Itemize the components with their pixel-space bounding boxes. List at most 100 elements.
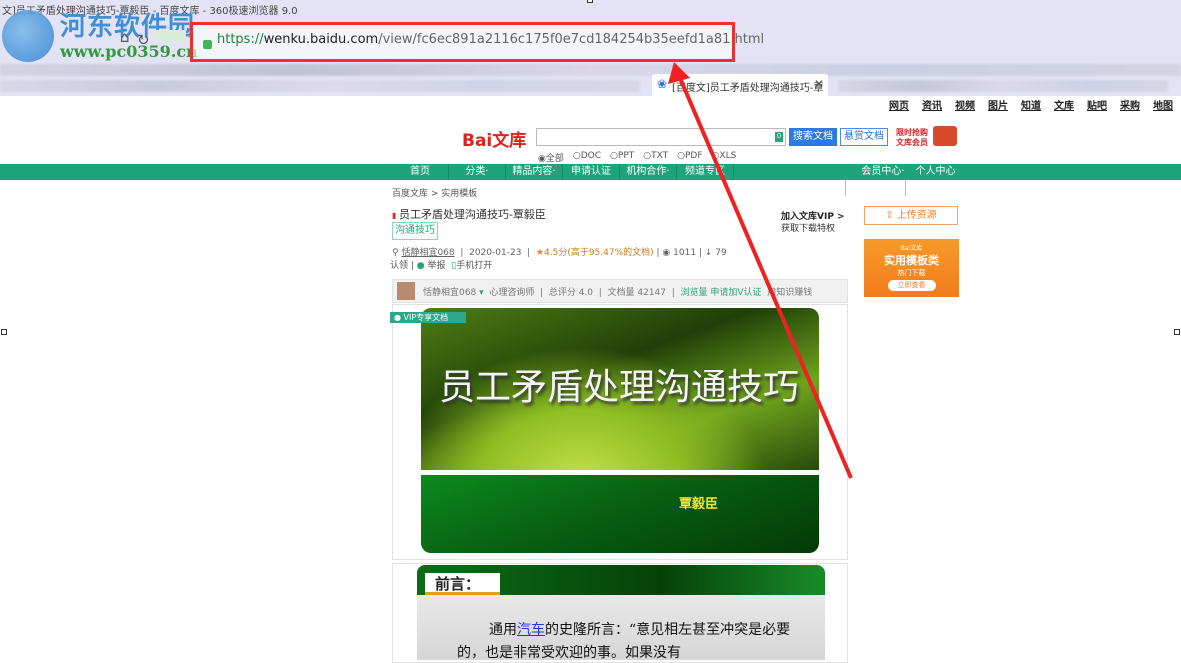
- watermark-logo-icon: [2, 10, 54, 62]
- radio-ppt[interactable]: ○PPT: [610, 151, 634, 164]
- top-link[interactable]: 知道: [1021, 97, 1041, 112]
- top-link[interactable]: 视频: [955, 97, 975, 112]
- shield-icon: ●: [417, 261, 425, 271]
- nav-personal-center[interactable]: 个人中心: [908, 164, 963, 180]
- ad-button[interactable]: 立即查看: [888, 280, 936, 291]
- slide-preface: 前言： 通用汽车的史隆所言：“意见相左甚至冲突是必要的，也是非常受欢迎的事。如果…: [417, 565, 825, 660]
- join-vip-link[interactable]: 加入文库VIP >获取下载特权: [781, 211, 845, 235]
- top-link[interactable]: 网页: [889, 97, 909, 112]
- doc-page-2: 前言： 通用汽车的史隆所言：“意见相左甚至冲突是必要的，也是非常受欢迎的事。如果…: [392, 563, 848, 663]
- download-icon: ↓: [705, 248, 713, 258]
- slide-cover-footer: 覃毅臣: [421, 475, 819, 553]
- slide-heading: 前言：: [425, 573, 500, 595]
- top-link[interactable]: 贴吧: [1087, 97, 1107, 112]
- top-link[interactable]: 资讯: [922, 97, 942, 112]
- avatar[interactable]: [397, 282, 415, 300]
- author-link[interactable]: 恬静相宜068: [401, 248, 454, 258]
- claim-link[interactable]: 认领: [390, 261, 408, 271]
- radio-doc[interactable]: ○DOC: [573, 151, 601, 164]
- address-bar[interactable]: https://wenku.baidu.com/view/fc6ec891a21…: [190, 22, 735, 62]
- nav-partner[interactable]: 机构合作·: [620, 164, 676, 180]
- search-docs-button[interactable]: 搜索文档: [789, 128, 837, 146]
- author-doc-count: 文档量 42147: [608, 288, 667, 298]
- nav-home[interactable]: 首页: [392, 164, 448, 180]
- tab-strip-blurred: [0, 80, 640, 92]
- radio-xls[interactable]: ○XLS: [712, 151, 737, 164]
- baidu-top-links: 网页 资讯 视频 图片 知道 文库 贴吧 采购 地图: [889, 97, 1173, 112]
- doc-meta: ⚲ 恬静相宜068 | 2020-01-23 | ★4.5分(高于95.47%的…: [392, 245, 727, 258]
- tab-title: [百度文]员工矛盾处理沟通技巧-覃: [672, 79, 823, 94]
- apply-verify-link[interactable]: 浏览量 申请加V认证: [680, 288, 761, 298]
- search-input[interactable]: 0: [536, 128, 786, 146]
- gift-icon[interactable]: [933, 126, 957, 146]
- filetype-radios: ◉全部 ○DOC ○PPT ○TXT ○PDF ○XLS: [538, 151, 736, 164]
- url-path: /view/fc6ec891a2116c175f0e7cd184254b35ee…: [378, 32, 764, 47]
- doc-views: 1011: [673, 248, 696, 258]
- tab-active[interactable]: ❀ [百度文]员工矛盾处理沟通技巧-覃 ✕: [652, 74, 828, 96]
- nav-premium[interactable]: 精品内容·: [506, 164, 562, 180]
- radio-pdf[interactable]: ○PDF: [677, 151, 702, 164]
- eye-icon: ◉: [662, 248, 670, 258]
- radio-label: 全部: [546, 154, 564, 164]
- ad-brand: Bai文库: [864, 243, 959, 252]
- nav-divider: [733, 164, 734, 180]
- url-text[interactable]: https://wenku.baidu.com/view/fc6ec891a21…: [205, 32, 764, 47]
- template-ad-banner[interactable]: Bai文库 实用模板类 热门下载 立即查看: [864, 239, 959, 297]
- doc-title: ▮ 员工矛盾处理沟通技巧-覃毅臣: [392, 206, 546, 222]
- resize-handle[interactable]: [587, 0, 593, 3]
- breadcrumb[interactable]: 百度文库 > 实用模板: [392, 186, 477, 199]
- nav-dropdown-line: [905, 180, 906, 196]
- nav-dropdown-line: [845, 180, 846, 196]
- slide-text-part: 通用: [489, 622, 517, 638]
- chevron-down-icon[interactable]: ▾: [479, 288, 484, 298]
- radio-all[interactable]: ◉全部: [538, 151, 564, 164]
- vip-promo[interactable]: 限时抢购文库会员: [896, 128, 928, 148]
- tab-strip-blurred-right: [838, 80, 1168, 92]
- upload-button[interactable]: ⇪ 上传资源: [864, 206, 958, 225]
- nav-category[interactable]: 分类·: [449, 164, 505, 180]
- promo-line: 文库会员: [896, 138, 928, 148]
- radio-label: PPT: [618, 151, 634, 161]
- nav-member-center[interactable]: 会员中心·: [858, 164, 908, 180]
- car-link[interactable]: 汽车: [517, 622, 545, 638]
- home-icon[interactable]: ⌂: [120, 28, 130, 46]
- vip-subtitle: 获取下载特权: [781, 223, 845, 235]
- top-link[interactable]: 采购: [1120, 97, 1140, 112]
- slide-title: 员工矛盾处理沟通技巧: [439, 358, 799, 410]
- author-bar-content: 恬静相宜068 ▾ 心理咨询师 | 总评分 4.0 | 文档量 42147 | …: [423, 285, 812, 298]
- refresh-icon[interactable]: ↻: [137, 31, 150, 49]
- top-link[interactable]: 文库: [1054, 97, 1074, 112]
- star-icon: ★: [536, 248, 544, 258]
- close-tab-icon[interactable]: ✕: [814, 77, 824, 91]
- doc-title-text: 员工矛盾处理沟通技巧-覃毅臣: [399, 208, 546, 221]
- nav-certify[interactable]: 申请认证: [563, 164, 619, 180]
- vip-badge-label: VIP专享文档: [404, 313, 449, 322]
- radio-label: XLS: [719, 151, 736, 161]
- radio-txt[interactable]: ○TXT: [643, 151, 668, 164]
- main-nav: 首页 分类· 精品内容· 申请认证 机构合作· 频道专区 会员中心· 个人中心: [0, 164, 1181, 180]
- author-bar: 恬静相宜068 ▾ 心理咨询师 | 总评分 4.0 | 文档量 42147 | …: [392, 279, 848, 303]
- doc-rating: 4.5分(高于95.47%的文档): [544, 248, 654, 258]
- author-name[interactable]: 恬静相宜068: [423, 288, 476, 298]
- resize-handle[interactable]: [1, 329, 7, 335]
- vip-badge: ● VIP专享文档: [390, 312, 466, 323]
- top-link[interactable]: 图片: [988, 97, 1008, 112]
- doc-actions: 认领 | ● 举报 ▯手机打开: [390, 258, 492, 271]
- earn-link[interactable]: 用知识赚钱: [767, 288, 812, 298]
- count-icon: 0: [775, 132, 783, 142]
- radio-label: TXT: [651, 151, 668, 161]
- reward-docs-button[interactable]: 悬赏文档: [840, 128, 888, 146]
- resize-handle[interactable]: [1174, 329, 1180, 335]
- bookmarks-bar: [0, 64, 1181, 76]
- mobile-open-link[interactable]: 手机打开: [456, 261, 492, 271]
- ad-title: 实用模板类: [864, 252, 959, 268]
- bookmark-button[interactable]: [156, 30, 186, 42]
- slide-text: 通用汽车的史隆所言：“意见相左甚至冲突是必要的，也是非常受欢迎的事。如果没有: [457, 619, 797, 660]
- radio-label: PDF: [685, 151, 703, 161]
- report-link[interactable]: 举报: [428, 261, 446, 271]
- slide-author: 覃毅臣: [679, 493, 718, 512]
- top-link[interactable]: 地图: [1153, 97, 1173, 112]
- nav-channels[interactable]: 频道专区: [677, 164, 733, 180]
- baidu-wenku-logo[interactable]: Bai文库: [462, 126, 526, 151]
- doc-tag[interactable]: 沟通技巧: [392, 222, 438, 240]
